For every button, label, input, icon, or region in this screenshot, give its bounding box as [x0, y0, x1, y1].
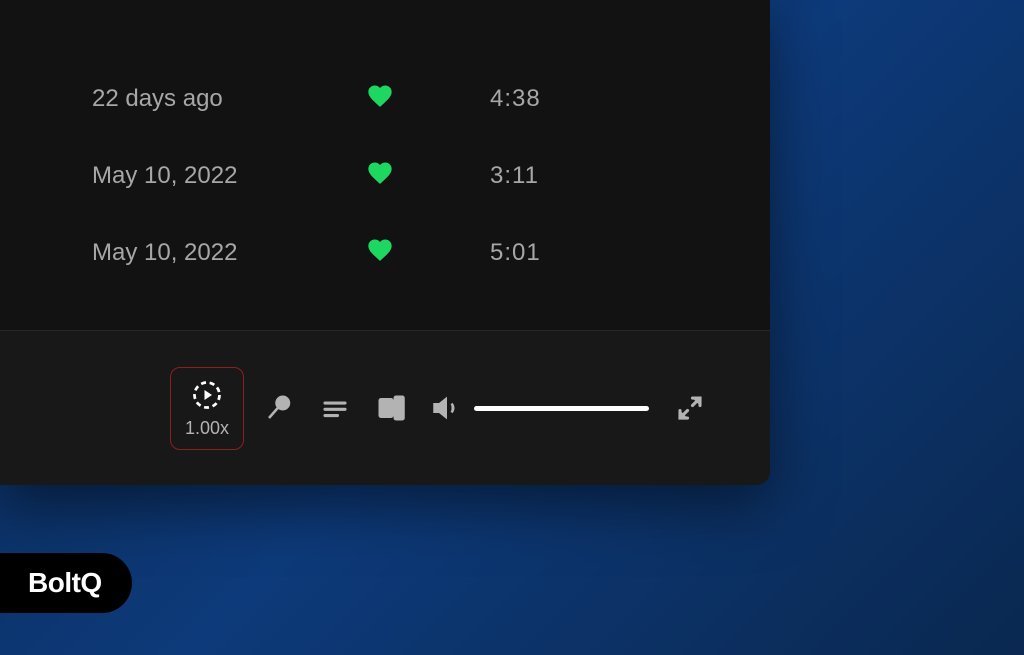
player-controls-right [264, 393, 406, 423]
track-row[interactable]: 22 days ago 4:38 [0, 60, 770, 137]
track-date: May 10, 2022 [0, 162, 310, 190]
brand-badge: BoltQ [0, 553, 132, 613]
playback-speed-label: 1.00x [185, 418, 229, 439]
track-date: May 10, 2022 [0, 239, 310, 267]
player-bar: 1.00x [0, 330, 770, 485]
lyrics-mic-button[interactable] [264, 393, 294, 423]
volume-control [432, 393, 649, 423]
music-app-window: 22 days ago 4:38 May 10, 2022 3:11 May 1… [0, 0, 770, 485]
brand-name: BoltQ [28, 567, 102, 599]
fullscreen-button[interactable] [675, 393, 705, 423]
playback-speed-icon [192, 380, 222, 410]
playback-speed-button[interactable]: 1.00x [170, 367, 244, 450]
volume-icon[interactable] [432, 393, 462, 423]
heart-icon[interactable] [366, 236, 394, 269]
connect-device-button[interactable] [376, 393, 406, 423]
track-duration: 3:11 [450, 162, 539, 190]
track-duration: 5:01 [450, 239, 541, 267]
heart-icon[interactable] [366, 82, 394, 115]
track-date: 22 days ago [0, 85, 310, 113]
track-row[interactable]: May 10, 2022 3:11 [0, 137, 770, 214]
queue-button[interactable] [320, 393, 350, 423]
track-duration: 4:38 [450, 85, 541, 113]
volume-slider[interactable] [474, 406, 649, 411]
heart-icon[interactable] [366, 159, 394, 192]
track-row[interactable]: May 10, 2022 5:01 [0, 214, 770, 291]
track-list: 22 days ago 4:38 May 10, 2022 3:11 May 1… [0, 0, 770, 291]
